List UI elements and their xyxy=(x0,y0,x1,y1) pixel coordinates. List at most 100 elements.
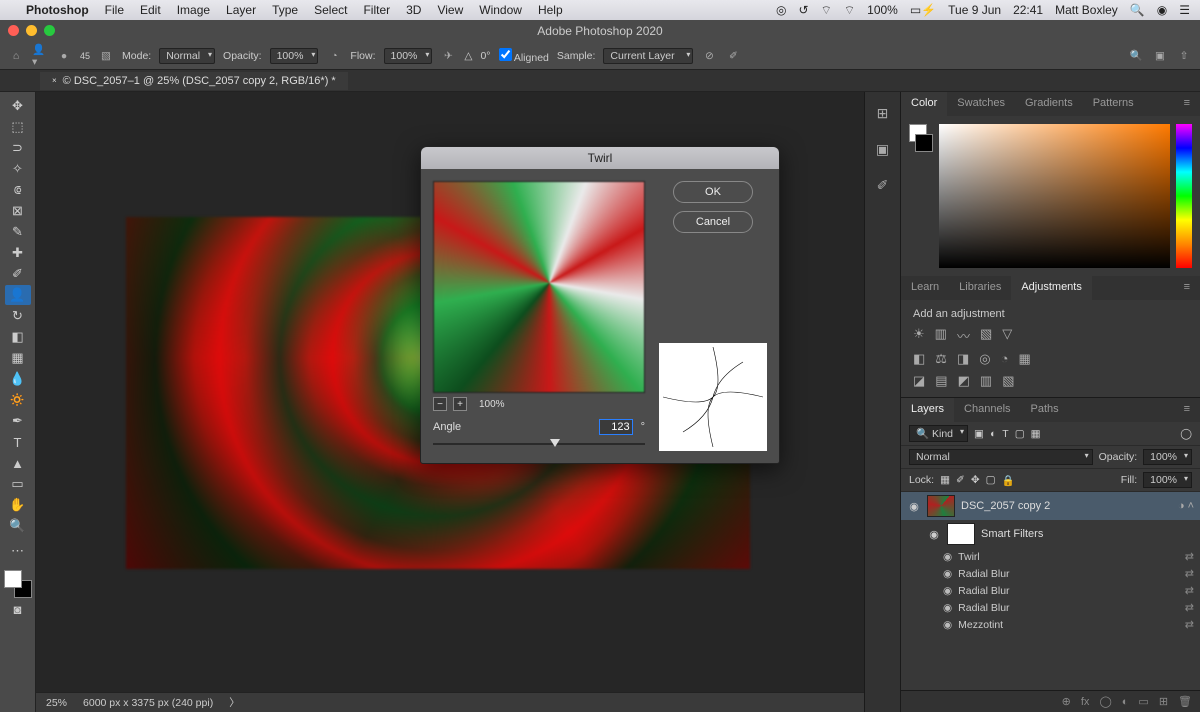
lock-paint-icon[interactable]: ✐ xyxy=(956,474,965,486)
shape-tool[interactable]: ▭ xyxy=(5,474,31,494)
adj-gradientmap-icon[interactable]: ▥ xyxy=(980,373,992,389)
timemachine-icon[interactable]: ↺ xyxy=(799,3,809,17)
adj-channelmixer-icon[interactable]: ◔ xyxy=(1001,351,1009,367)
ok-button[interactable]: OK xyxy=(673,181,753,203)
filter-row[interactable]: ◉Radial Blur⇄ xyxy=(901,565,1200,582)
menubar-user[interactable]: Matt Boxley xyxy=(1055,3,1118,17)
filter-toggle[interactable]: ◯ xyxy=(1180,428,1192,440)
angle-value[interactable]: 0° xyxy=(480,50,490,62)
filter-blend-icon[interactable]: ⇄ xyxy=(1185,601,1194,614)
filter-blend-icon[interactable]: ⇄ xyxy=(1185,550,1194,563)
tab-layers[interactable]: Layers xyxy=(901,398,954,422)
layer-thumb[interactable] xyxy=(927,495,955,517)
layer-mask-icon[interactable]: ◯ xyxy=(1099,695,1111,708)
adj-threshold-icon[interactable]: ◩ xyxy=(958,373,970,389)
close-window-button[interactable] xyxy=(8,25,19,36)
tab-libraries[interactable]: Libraries xyxy=(949,276,1011,300)
hue-slider[interactable] xyxy=(1176,124,1192,268)
brush-tool[interactable]: ✐ xyxy=(5,264,31,284)
zoom-tool[interactable]: 🔍 xyxy=(5,516,31,536)
quickmask-tool[interactable]: ◙ xyxy=(5,599,31,619)
menu-edit[interactable]: Edit xyxy=(140,3,161,17)
filter-shape-icon[interactable]: ▢ xyxy=(1015,428,1025,440)
menu-help[interactable]: Help xyxy=(538,3,563,17)
menu-view[interactable]: View xyxy=(437,3,463,17)
tab-patterns[interactable]: Patterns xyxy=(1083,92,1144,116)
sample-select[interactable]: Current Layer xyxy=(603,48,693,64)
workspace-icon[interactable]: ▣ xyxy=(1152,48,1168,64)
fg-swatch[interactable] xyxy=(4,570,22,588)
cancel-button[interactable]: Cancel xyxy=(673,211,753,233)
wifi-icon[interactable]: ⌔ xyxy=(844,3,855,18)
menubar-date[interactable]: Tue 9 Jun xyxy=(948,3,1001,17)
home-icon[interactable]: ⌂ xyxy=(8,48,24,64)
adj-hue-icon[interactable]: ◧ xyxy=(913,351,925,367)
adj-invert-icon[interactable]: ◪ xyxy=(913,373,925,389)
zoom-in-button[interactable]: + xyxy=(453,397,467,411)
layer-row[interactable]: ◉ DSC_2057 copy 2 ◑ ˄ xyxy=(901,492,1200,520)
document-tab[interactable]: × © DSC_2057–1 @ 25% (DSC_2057 copy 2, R… xyxy=(40,72,348,90)
zoom-out-button[interactable]: − xyxy=(433,397,447,411)
layer-name[interactable]: DSC_2057 copy 2 xyxy=(961,500,1050,512)
history-brush-tool[interactable]: ↻ xyxy=(5,306,31,326)
flow-select[interactable]: 100% xyxy=(384,48,433,64)
healing-tool[interactable]: ✚ xyxy=(5,243,31,263)
filter-blend-icon[interactable]: ⇄ xyxy=(1185,618,1194,631)
clone-stamp-tool[interactable]: 👤 xyxy=(5,285,31,305)
filter-row[interactable]: ◉Twirl⇄ xyxy=(901,548,1200,565)
move-tool[interactable]: ✥ xyxy=(5,96,31,116)
dock-icon-actions[interactable]: ▣ xyxy=(872,138,894,160)
siri-icon[interactable]: ◉ xyxy=(1157,3,1167,17)
tab-paths[interactable]: Paths xyxy=(1021,398,1069,422)
ignore-adj-icon[interactable]: ⊘ xyxy=(701,48,717,64)
smart-filters-row[interactable]: ◉ Smart Filters xyxy=(901,520,1200,548)
visibility-icon[interactable]: ◉ xyxy=(927,528,941,541)
fill-select[interactable]: 100% xyxy=(1143,472,1192,488)
adj-curves-icon[interactable]: 〰 xyxy=(957,326,970,345)
layer-opacity-select[interactable]: 100% xyxy=(1143,449,1192,465)
dodge-tool[interactable]: 🔅 xyxy=(5,390,31,410)
brush-preset-icon[interactable]: ● xyxy=(56,48,72,64)
battery-icon[interactable]: ▭⚡ xyxy=(910,3,936,17)
opacity-select[interactable]: 100% xyxy=(270,48,319,64)
filter-blend-icon[interactable]: ⇄ xyxy=(1185,584,1194,597)
adj-levels-icon[interactable]: ▥ xyxy=(935,326,947,345)
filter-row[interactable]: ◉Mezzotint⇄ xyxy=(901,616,1200,633)
group-icon[interactable]: ▭ xyxy=(1138,695,1148,708)
zoom-window-button[interactable] xyxy=(44,25,55,36)
menu-type[interactable]: Type xyxy=(272,3,298,17)
pressure-size-icon[interactable]: ✐ xyxy=(725,48,741,64)
layer-fx-icon[interactable]: fx xyxy=(1081,696,1090,708)
gradient-tool[interactable]: ▦ xyxy=(5,348,31,368)
adj-brightness-icon[interactable]: ☀ xyxy=(913,326,925,345)
panel-menu-icon[interactable]: ≡ xyxy=(1174,398,1200,422)
lock-transparency-icon[interactable]: ▦ xyxy=(940,474,950,486)
adj-posterize-icon[interactable]: ▤ xyxy=(935,373,947,389)
pressure-opacity-icon[interactable]: ◔ xyxy=(326,48,342,64)
panel-menu-icon[interactable]: ≡ xyxy=(1174,276,1200,300)
tool-preset-icon[interactable]: 👤▾ xyxy=(32,48,48,64)
frame-tool[interactable]: ⊠ xyxy=(5,201,31,221)
color-field[interactable] xyxy=(939,124,1170,268)
filter-pixel-icon[interactable]: ▣ xyxy=(974,428,984,440)
path-select-tool[interactable]: ▲ xyxy=(5,453,31,473)
status-dims[interactable]: 6000 px x 3375 px (240 ppi) xyxy=(83,697,213,709)
new-layer-icon[interactable]: ⊞ xyxy=(1159,695,1168,708)
tab-swatches[interactable]: Swatches xyxy=(947,92,1015,116)
dock-icon-history[interactable]: ⊞ xyxy=(872,102,894,124)
lock-position-icon[interactable]: ✥ xyxy=(971,474,980,486)
minimize-window-button[interactable] xyxy=(26,25,37,36)
edit-toolbar[interactable]: ⋯ xyxy=(5,541,31,561)
share-icon[interactable]: ⇧ xyxy=(1176,48,1192,64)
notification-icon[interactable]: ☰ xyxy=(1179,3,1190,17)
type-tool[interactable]: T xyxy=(5,432,31,452)
filter-row[interactable]: ◉Radial Blur⇄ xyxy=(901,582,1200,599)
menu-image[interactable]: Image xyxy=(177,3,210,17)
menubar-time[interactable]: 22:41 xyxy=(1013,3,1043,17)
adj-photofilter-icon[interactable]: ◎ xyxy=(979,351,990,367)
adj-vibrance-icon[interactable]: ▽ xyxy=(1002,326,1012,345)
filter-smart-icon[interactable]: ▦ xyxy=(1031,428,1041,440)
filter-preview[interactable] xyxy=(433,181,645,393)
eraser-tool[interactable]: ◧ xyxy=(5,327,31,347)
angle-slider[interactable] xyxy=(433,437,645,451)
